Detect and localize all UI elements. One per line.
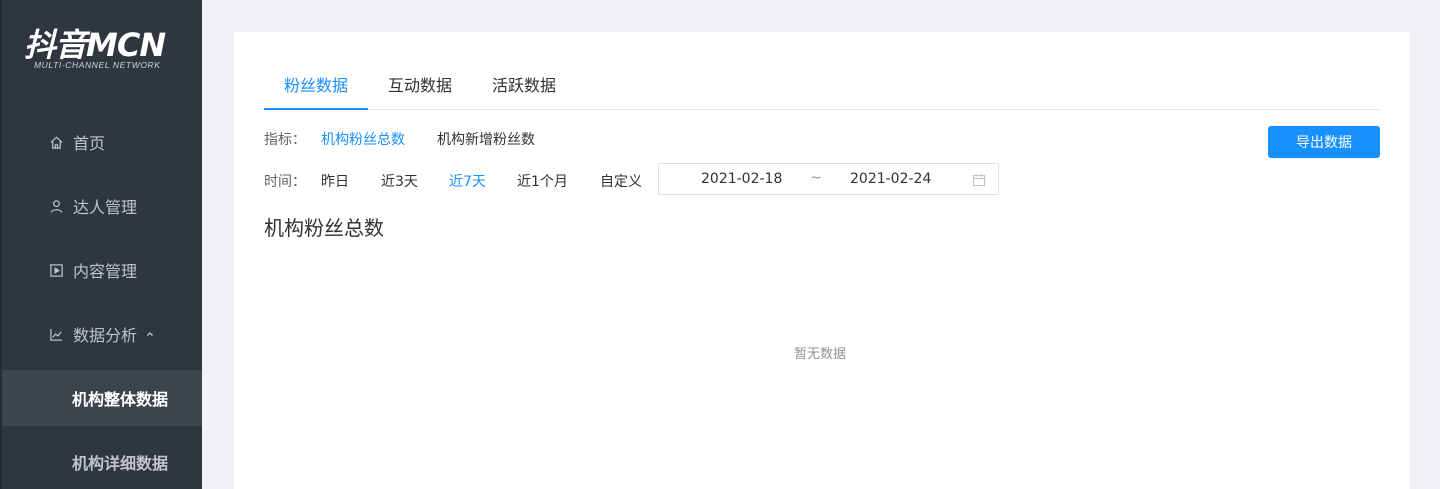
tab-activity[interactable]: 活跃数据 <box>472 68 576 110</box>
metric-label: 指标： <box>264 132 306 148</box>
line-chart-icon <box>48 326 64 342</box>
sidebar-item-label: 首页 <box>73 134 106 153</box>
sidebar-item-label: 内容管理 <box>73 262 138 281</box>
tab-bar: 粉丝数据 互动数据 活跃数据 <box>264 68 1380 110</box>
sidebar: 抖音MCN MULTI-CHANNEL NETWORK 首页 达人管理 内容管理 <box>0 0 202 489</box>
metric-option-new-fans[interactable]: 机构新增粉丝数 <box>437 129 535 149</box>
sidebar-item-content[interactable]: 内容管理 <box>0 242 202 298</box>
sidebar-subitem-overall-data[interactable]: 机构整体数据 <box>2 370 202 426</box>
logo-title: 抖音MCN <box>24 26 166 64</box>
app-root: 抖音MCN MULTI-CHANNEL NETWORK 首页 达人管理 内容管理 <box>0 0 1440 489</box>
date-end-input[interactable]: 2021-02-24 <box>850 171 931 187</box>
sidebar-item-label: 数据分析 <box>73 326 138 345</box>
metric-option-total-fans[interactable]: 机构粉丝总数 <box>321 129 405 149</box>
sidebar-subitem-detail-data[interactable]: 机构详细数据 <box>2 434 202 489</box>
time-option-1month[interactable]: 近1个月 <box>517 171 568 191</box>
date-start-input[interactable]: 2021-02-18 <box>701 171 782 187</box>
logo-subtitle: MULTI-CHANNEL NETWORK <box>34 60 161 70</box>
sidebar-item-analytics[interactable]: 数据分析 <box>0 306 202 362</box>
section-title: 机构粉丝总数 <box>264 216 384 240</box>
time-option-custom[interactable]: 自定义 <box>600 171 642 191</box>
play-square-icon <box>48 262 64 278</box>
date-range-separator: ~ <box>810 170 822 186</box>
tab-active-indicator <box>264 108 368 110</box>
user-icon <box>48 198 64 214</box>
date-range-picker[interactable]: 2021-02-18 ~ 2021-02-24 <box>658 163 999 195</box>
logo: 抖音MCN MULTI-CHANNEL NETWORK <box>24 26 180 78</box>
main-card: 粉丝数据 互动数据 活跃数据 指标： 机构粉丝总数 机构新增粉丝数 导出数据 时… <box>234 32 1410 489</box>
time-option-3days[interactable]: 近3天 <box>381 171 418 191</box>
sidebar-item-label: 达人管理 <box>73 198 138 217</box>
sidebar-subitem-label: 机构整体数据 <box>72 390 169 409</box>
tab-fans[interactable]: 粉丝数据 <box>264 68 368 110</box>
sidebar-item-home[interactable]: 首页 <box>0 114 202 170</box>
time-label: 时间： <box>264 174 306 190</box>
sidebar-item-talent[interactable]: 达人管理 <box>0 178 202 234</box>
export-button[interactable]: 导出数据 <box>1268 126 1380 158</box>
calendar-icon[interactable] <box>972 172 986 187</box>
tab-interaction[interactable]: 互动数据 <box>368 68 472 110</box>
time-option-yesterday[interactable]: 昨日 <box>321 171 349 191</box>
time-option-7days[interactable]: 近7天 <box>449 171 486 191</box>
sidebar-subitem-label: 机构详细数据 <box>72 454 169 473</box>
empty-state-text: 暂无数据 <box>794 347 847 362</box>
chevron-up-icon[interactable] <box>145 329 155 339</box>
home-icon <box>48 134 64 150</box>
